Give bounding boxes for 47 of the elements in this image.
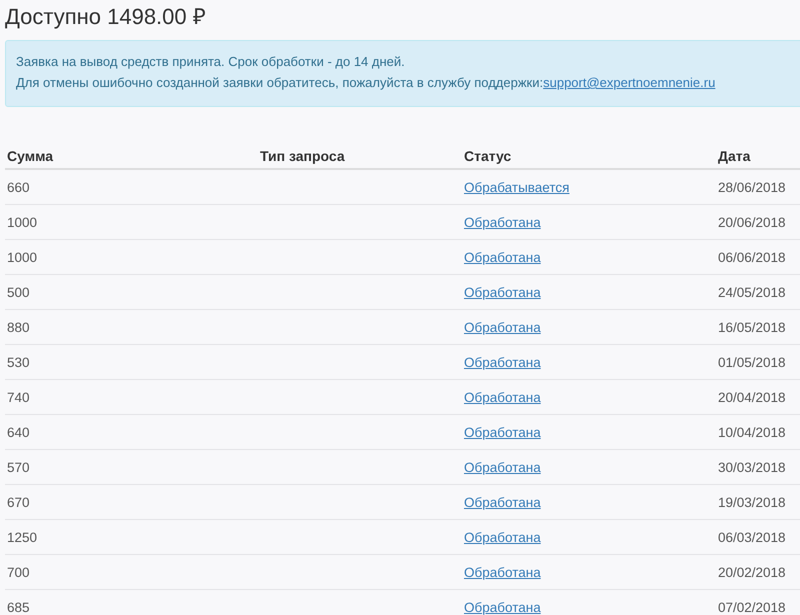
status-link[interactable]: Обработана xyxy=(462,390,541,404)
table-cell-text: 500 xyxy=(6,284,31,300)
status-link[interactable]: Обработана xyxy=(462,600,541,614)
table-cell-text: 07/02/2018 xyxy=(717,600,787,614)
column-header: Тип запроса xyxy=(259,148,346,164)
alert-text: Заявка на вывод средств принята. Срок обработки - до 14 дней. xyxy=(16,54,405,69)
table-cell-text: 30/03/2018 xyxy=(717,460,787,474)
table-cell-text: 640 xyxy=(6,424,31,440)
status-link[interactable]: Обработана xyxy=(462,354,541,370)
table-cell-text: 1250 xyxy=(6,530,38,544)
table-cell-text: 660 xyxy=(6,180,31,194)
table-cell-text: 20/04/2018 xyxy=(717,390,787,404)
status-link[interactable]: Обработана xyxy=(462,530,541,544)
table-cell-text: 20/02/2018 xyxy=(717,564,787,580)
table-cell-text: 740 xyxy=(6,390,31,404)
status-link[interactable]: Обрабатывается xyxy=(462,180,570,194)
table-cell-text: 10/04/2018 xyxy=(717,424,787,440)
table-cell-text: 20/06/2018 xyxy=(717,214,787,230)
status-link[interactable]: Обработана xyxy=(462,284,541,300)
column-header: Дата xyxy=(717,148,752,164)
table-cell-text: 685 xyxy=(6,600,31,614)
balance-title: Доступно 1498.00 ₽ xyxy=(5,3,207,31)
table-cell-text: 06/03/2018 xyxy=(717,530,787,544)
table-cell-text: 570 xyxy=(6,460,31,474)
table-cell-text: 670 xyxy=(6,494,31,510)
table-cell-text: 24/05/2018 xyxy=(717,284,787,300)
table-cell-text: 06/06/2018 xyxy=(717,250,787,264)
status-link[interactable]: Обработана xyxy=(462,214,541,230)
table-cell-text: 880 xyxy=(6,320,31,334)
table-cell-text: 1000 xyxy=(6,214,38,230)
status-link[interactable]: Обработана xyxy=(462,494,541,510)
table-cell-text: 16/05/2018 xyxy=(717,320,787,334)
status-link[interactable]: Обработана xyxy=(462,564,541,580)
status-link[interactable]: Обработана xyxy=(462,424,541,440)
table-cell-text: 1000 xyxy=(6,250,38,264)
table-cell-text: 19/03/2018 xyxy=(717,494,787,510)
table-cell-text: 01/05/2018 xyxy=(717,354,787,370)
column-header: Сумма xyxy=(6,148,54,164)
table-cell-text: 530 xyxy=(6,354,31,370)
alert-text: Для отмены ошибочно созданной заявки обратитесь, пожалуйста в службу поддержки: xyxy=(16,75,544,90)
table-cell-text: 700 xyxy=(6,564,31,580)
column-header: Статус xyxy=(463,148,512,164)
support-email-link[interactable]: support@expertnoemnenie.ru xyxy=(543,75,716,90)
status-link[interactable]: Обработана xyxy=(462,460,541,474)
status-link[interactable]: Обработана xyxy=(462,320,541,334)
status-link[interactable]: Обработана xyxy=(462,250,541,264)
table-cell-text: 28/06/2018 xyxy=(717,180,787,194)
